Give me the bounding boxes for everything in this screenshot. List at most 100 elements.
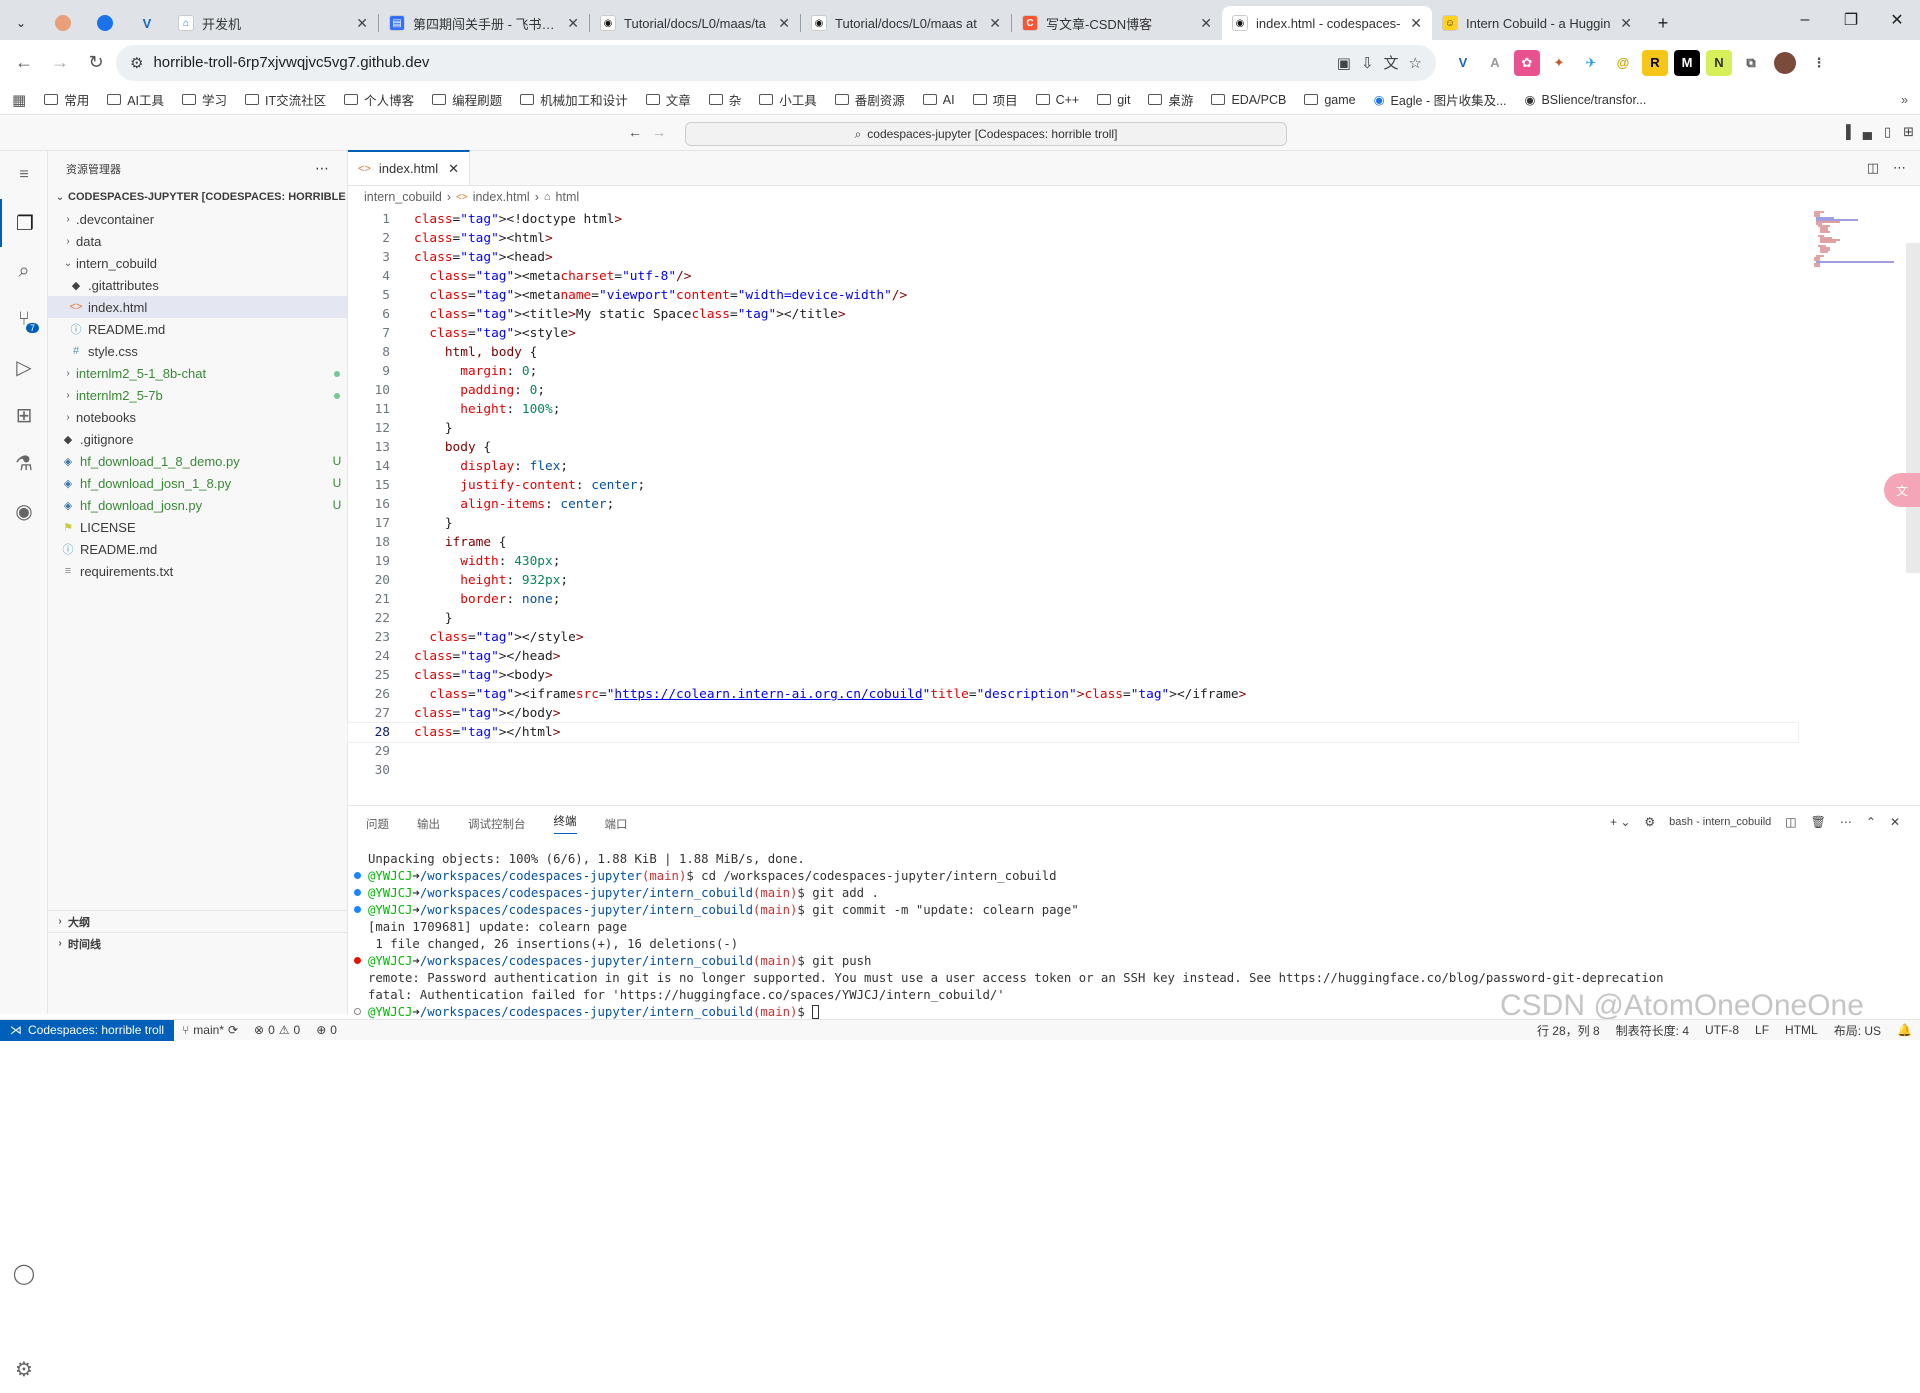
encoding[interactable]: UTF-8 bbox=[1697, 1022, 1747, 1039]
close-tab-icon[interactable]: ✕ bbox=[1200, 15, 1212, 32]
extension-puzzle-color-icon[interactable]: ✦ bbox=[1546, 50, 1572, 76]
menu-button[interactable]: ≡ bbox=[0, 151, 48, 199]
close-tab-icon[interactable]: ✕ bbox=[1620, 15, 1632, 32]
timeline-section[interactable]: › 时间线 bbox=[48, 932, 348, 954]
tree-file[interactable]: ◆ .gitattributes bbox=[48, 274, 347, 296]
code-line[interactable]: 22 } bbox=[348, 609, 1798, 628]
pinned-tab-2[interactable] bbox=[84, 6, 126, 40]
code-line[interactable]: 12 } bbox=[348, 419, 1798, 438]
tree-file[interactable]: ≡ requirements.txt bbox=[48, 560, 347, 582]
browser-tab[interactable]: ▤ 第四期闯关手册 - 飞书云文 ✕ bbox=[379, 6, 589, 40]
keyboard-layout[interactable]: 布局: US bbox=[1826, 1022, 1889, 1039]
code-line[interactable]: 16 align-items: center; bbox=[348, 495, 1798, 514]
editor-scrollbar[interactable] bbox=[1906, 243, 1920, 573]
install-app-icon[interactable]: ⇩ bbox=[1361, 54, 1374, 72]
tree-folder[interactable]: ⌄ intern_cobuild bbox=[48, 252, 347, 274]
split-terminal-icon[interactable]: ◫ bbox=[1785, 815, 1796, 829]
minimap[interactable] bbox=[1810, 210, 1900, 290]
close-tab-icon[interactable]: ✕ bbox=[1410, 15, 1422, 32]
outline-section[interactable]: › 大纲 bbox=[48, 910, 348, 932]
bookmark-item[interactable]: 常用 bbox=[44, 90, 89, 109]
notifications-icon[interactable]: 🔔 bbox=[1889, 1022, 1920, 1039]
code-line[interactable]: 29 bbox=[348, 742, 1798, 761]
tab-search-button[interactable]: ⌄ bbox=[0, 6, 42, 40]
tree-file[interactable]: <> index.html bbox=[48, 296, 347, 318]
tree-file[interactable]: ◈ hf_download_josn.py U bbox=[48, 494, 347, 516]
maximize-panel-icon[interactable]: ⌃ bbox=[1866, 815, 1876, 829]
extension-vuetify-icon[interactable]: V bbox=[1450, 50, 1476, 76]
close-tab-icon[interactable]: ✕ bbox=[356, 15, 368, 32]
floating-translate-button[interactable]: 文 bbox=[1884, 473, 1920, 507]
site-info-icon[interactable]: ⚙ bbox=[130, 54, 143, 72]
restore-button[interactable]: ❐ bbox=[1828, 10, 1874, 30]
code-line[interactable]: 20 height: 932px; bbox=[348, 571, 1798, 590]
editor-more-icon[interactable]: ⋯ bbox=[1893, 160, 1906, 176]
command-center[interactable]: ⌕ codespaces-jupyter [Codespaces: horrib… bbox=[685, 122, 1287, 146]
code-line[interactable]: 10 padding: 0; bbox=[348, 381, 1798, 400]
panel-tab[interactable]: 问题 bbox=[366, 816, 389, 832]
code-line[interactable]: 5 class="tag"><meta name = "viewport" cont… bbox=[348, 286, 1798, 305]
code-line[interactable]: 23 class="tag"></style > bbox=[348, 628, 1798, 647]
code-line[interactable]: 2 class="tag"><html > bbox=[348, 229, 1798, 248]
more-icon[interactable]: ⋯ bbox=[1840, 815, 1852, 829]
close-tab-icon[interactable]: ✕ bbox=[448, 161, 459, 177]
run-debug-button[interactable]: ▷ bbox=[0, 343, 48, 391]
bookmark-item[interactable]: ◉ Eagle - 图片收集及... bbox=[1374, 90, 1507, 109]
code-line[interactable]: 7 class="tag"><style > bbox=[348, 324, 1798, 343]
cursor-position[interactable]: 行 28，列 8 bbox=[1529, 1022, 1608, 1039]
new-tab-button[interactable]: + bbox=[1642, 6, 1684, 40]
bookmark-item[interactable]: AI bbox=[922, 93, 955, 107]
more-bookmarks-icon[interactable]: » bbox=[1901, 93, 1908, 107]
code-line[interactable]: 26 class="tag"><iframe src = "https://cole… bbox=[348, 685, 1798, 704]
extension-r-icon[interactable]: R bbox=[1642, 49, 1668, 76]
tree-file[interactable]: ◈ hf_download_josn_1_8.py U bbox=[48, 472, 347, 494]
bookmark-item[interactable]: 杂 bbox=[708, 90, 741, 109]
extension-bird-icon[interactable]: ✈ bbox=[1578, 50, 1604, 76]
forward-button[interactable]: → bbox=[44, 47, 76, 79]
bookmark-item[interactable]: 项目 bbox=[972, 90, 1018, 109]
code-line[interactable]: 30 bbox=[348, 761, 1798, 780]
bookmark-item[interactable]: 个人博客 bbox=[344, 90, 414, 109]
browser-tab[interactable]: ☺ Intern Cobuild - a Huggin ✕ bbox=[1432, 6, 1642, 40]
translate-icon[interactable]: 文 bbox=[1384, 52, 1399, 73]
code-line[interactable]: 11 height: 100%; bbox=[348, 400, 1798, 419]
code-line[interactable]: 8 html, body { bbox=[348, 343, 1798, 362]
close-window-button[interactable]: ✕ bbox=[1874, 10, 1920, 30]
bookmark-item[interactable]: game bbox=[1304, 93, 1356, 107]
browser-tab[interactable]: C 写文章-CSDN博客 ✕ bbox=[1012, 6, 1222, 40]
bookmark-item[interactable]: 学习 bbox=[182, 90, 227, 109]
code-line[interactable]: 9 margin: 0; bbox=[348, 362, 1798, 381]
bookmark-item[interactable]: 文章 bbox=[645, 90, 691, 109]
code-line[interactable]: 6 class="tag"><title > My static Space clas… bbox=[348, 305, 1798, 324]
code-line[interactable]: 27 class="tag"></body > bbox=[348, 704, 1798, 723]
bookmark-item[interactable]: 编程刷题 bbox=[432, 90, 502, 109]
bookmark-item[interactable]: 番剧资源 bbox=[834, 90, 905, 109]
tree-folder[interactable]: › internlm2_5-1_8b-chat bbox=[48, 362, 347, 384]
menu-dots-icon[interactable]: ⋮ bbox=[1806, 50, 1832, 76]
breadcrumb-file[interactable]: index.html bbox=[473, 190, 530, 204]
remote-indicator[interactable]: ⋊ Codespaces: horrible troll bbox=[0, 1019, 175, 1041]
url-text[interactable]: horrible-troll-6rp7xjvwqjvc5vg7.github.d… bbox=[153, 54, 1326, 71]
reload-button[interactable]: ↻ bbox=[80, 47, 112, 79]
browser-tab[interactable]: ◉ Tutorial/docs/L0/maas/ta ✕ bbox=[590, 6, 800, 40]
star-icon[interactable]: ☆ bbox=[1409, 54, 1422, 72]
bookmark-item[interactable]: git bbox=[1097, 93, 1130, 107]
new-terminal-icon[interactable]: + ⌄ bbox=[1610, 815, 1630, 829]
close-tab-icon[interactable]: ✕ bbox=[989, 15, 1001, 32]
bookmark-item[interactable]: 机械加工和设计 bbox=[520, 90, 628, 109]
code-line[interactable]: 4 class="tag"><meta charset = "utf-8" /> bbox=[348, 267, 1798, 286]
toggle-panel-icon[interactable]: ▄ bbox=[1863, 124, 1872, 140]
breadcrumb-element[interactable]: html bbox=[556, 190, 580, 204]
code-line[interactable]: 18 iframe { bbox=[348, 533, 1798, 552]
code-line[interactable]: 24 class="tag"></head > bbox=[348, 647, 1798, 666]
accounts-button[interactable]: ◯ bbox=[0, 1249, 48, 1297]
code-editor[interactable]: 1 class="tag"><!doctype html >2 class="tag"… bbox=[347, 210, 1799, 790]
bookmark-item[interactable]: 小工具 bbox=[759, 90, 817, 109]
bookmark-item[interactable]: ◉ BSlience/transfor... bbox=[1525, 92, 1647, 108]
bookmark-item[interactable]: 桌游 bbox=[1148, 90, 1193, 109]
profile-avatar[interactable] bbox=[1774, 51, 1796, 74]
code-line[interactable]: 3 class="tag"><head > bbox=[348, 248, 1798, 267]
extension-n-icon[interactable]: N bbox=[1706, 49, 1732, 76]
panel-tab[interactable]: 终端 bbox=[553, 813, 577, 834]
breadcrumb-folder[interactable]: intern_cobuild bbox=[364, 190, 442, 204]
